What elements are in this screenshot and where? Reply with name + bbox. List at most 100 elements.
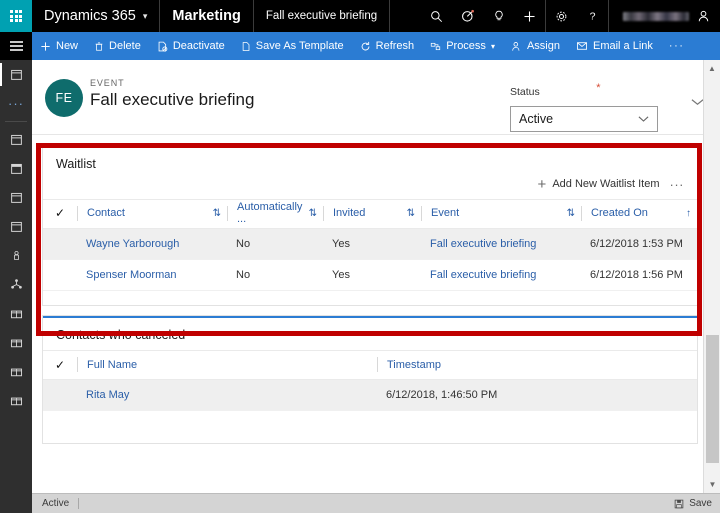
cell-invited: Yes bbox=[323, 228, 421, 260]
breadcrumb-record[interactable]: Fall executive briefing bbox=[254, 0, 391, 32]
column-header-full-name[interactable]: Full Name bbox=[77, 350, 377, 380]
sidebar-item-events[interactable] bbox=[0, 125, 32, 154]
scroll-up-icon[interactable]: ▲ bbox=[704, 60, 720, 77]
sidebar-item-sessions[interactable] bbox=[0, 183, 32, 212]
deactivate-button[interactable]: Deactivate bbox=[149, 32, 233, 60]
settings-gear-icon[interactable] bbox=[546, 0, 577, 32]
refresh-icon bbox=[361, 41, 370, 50]
sort-both-icon: ⇅ bbox=[566, 207, 575, 219]
column-header-created-on[interactable]: Created On ↑ bbox=[581, 198, 697, 229]
status-divider bbox=[78, 498, 80, 509]
cell-contact[interactable]: Wayne Yarborough bbox=[77, 228, 227, 260]
plus-icon bbox=[41, 41, 50, 51]
calendar-icon bbox=[10, 221, 22, 232]
sidebar-item-venues[interactable] bbox=[0, 299, 32, 328]
column-header-automatically[interactable]: Automatically ... ⇅ bbox=[227, 198, 323, 229]
column-header-timestamp[interactable]: Timestamp bbox=[377, 350, 697, 380]
form-body: Waitlist + Add New Waitlist Item ··· ✓ C… bbox=[32, 135, 720, 493]
assign-button[interactable]: Assign bbox=[503, 32, 568, 60]
required-marker: * bbox=[596, 82, 601, 94]
column-label-event: Event bbox=[431, 207, 460, 219]
row-select-cell[interactable] bbox=[43, 379, 77, 411]
add-new-waitlist-item-button[interactable]: + Add New Waitlist Item bbox=[538, 177, 660, 192]
column-header-contact[interactable]: Contact ⇅ bbox=[77, 198, 227, 229]
row-select-cell[interactable] bbox=[43, 228, 77, 260]
brand-menu[interactable]: Dynamics 365 ▾ bbox=[32, 0, 161, 32]
column-label-timestamp: Timestamp bbox=[387, 358, 441, 371]
hamburger-menu-icon[interactable] bbox=[0, 32, 32, 60]
new-button[interactable]: New bbox=[32, 32, 86, 60]
waitlist-header-row: ✓ Contact ⇅ Automatically ... ⇅ Invited … bbox=[43, 198, 697, 229]
building-icon bbox=[10, 310, 22, 318]
contact-link[interactable]: Spenser Moorman bbox=[86, 269, 177, 281]
status-bar: Active Save bbox=[32, 493, 720, 513]
waitlist-overflow-button[interactable]: ··· bbox=[666, 177, 685, 192]
top-navigation-bar: Dynamics 365 ▾ Marketing Fall executive … bbox=[0, 0, 720, 32]
column-header-event[interactable]: Event ⇅ bbox=[421, 198, 581, 229]
column-label-invited: Invited bbox=[333, 207, 366, 219]
table-row[interactable]: Rita May 6/12/2018, 1:46:50 PM bbox=[43, 379, 697, 411]
user-name-redacted bbox=[623, 11, 689, 21]
process-label: Process bbox=[446, 40, 486, 52]
search-icon[interactable] bbox=[421, 0, 452, 32]
calendar-icon bbox=[10, 134, 22, 145]
cell-contact[interactable]: Spenser Moorman bbox=[77, 259, 227, 291]
scroll-down-icon[interactable]: ▼ bbox=[704, 476, 720, 493]
column-header-invited[interactable]: Invited ⇅ bbox=[323, 198, 421, 229]
svg-text:?: ? bbox=[590, 11, 596, 23]
waffle-grid-icon[interactable] bbox=[0, 0, 32, 32]
row-select-cell[interactable] bbox=[43, 259, 77, 291]
sidebar-item-recent-calendar[interactable] bbox=[0, 60, 32, 89]
table-row[interactable]: Spenser Moorman No Yes Fall executive br… bbox=[43, 259, 697, 291]
save-button[interactable]: Save bbox=[674, 498, 712, 509]
status-value: Active bbox=[519, 112, 554, 126]
calendar-icon bbox=[10, 69, 22, 80]
quick-create-icon[interactable] bbox=[514, 0, 545, 32]
cell-full-name[interactable]: Rita May bbox=[77, 379, 377, 411]
help-icon[interactable]: ? bbox=[577, 0, 608, 32]
calendar-filled-icon bbox=[10, 163, 22, 174]
scrollbar-thumb[interactable] bbox=[706, 335, 719, 463]
lightbulb-icon[interactable] bbox=[483, 0, 514, 32]
deactivate-label: Deactivate bbox=[172, 40, 225, 52]
sidebar-item-more[interactable]: ··· bbox=[0, 89, 32, 118]
sidebar-item-buildings[interactable] bbox=[0, 328, 32, 357]
command-overflow-button[interactable]: ··· bbox=[661, 32, 693, 60]
table-row[interactable]: Wayne Yarborough No Yes Fall executive b… bbox=[43, 228, 697, 260]
select-all-column[interactable]: ✓ bbox=[43, 350, 77, 380]
user-menu[interactable] bbox=[609, 0, 720, 32]
sidebar-item-event-series[interactable] bbox=[0, 154, 32, 183]
vertical-scrollbar[interactable]: ▲ ▼ bbox=[703, 60, 720, 493]
chevron-down-icon: ▾ bbox=[490, 41, 495, 51]
sidebar-item-session-tracks[interactable] bbox=[0, 212, 32, 241]
status-select[interactable]: Active bbox=[510, 106, 658, 132]
sidebar-item-rooms[interactable] bbox=[0, 357, 32, 386]
process-button[interactable]: Process ▾ bbox=[422, 32, 503, 60]
breadcrumb-record-label: Fall executive briefing bbox=[265, 10, 378, 22]
delete-button[interactable]: Delete bbox=[86, 32, 149, 60]
sidebar-item-sponsorships[interactable] bbox=[0, 270, 32, 299]
user-avatar-icon[interactable] bbox=[697, 9, 710, 23]
person-assign-icon bbox=[512, 41, 520, 51]
event-link[interactable]: Fall executive briefing bbox=[430, 269, 536, 281]
event-link[interactable]: Fall executive briefing bbox=[430, 238, 536, 250]
deactivate-icon bbox=[158, 41, 168, 51]
plus-icon: + bbox=[537, 175, 547, 193]
cell-event[interactable]: Fall executive briefing bbox=[421, 259, 581, 291]
sidebar-item-speakers[interactable] bbox=[0, 241, 32, 270]
save-as-template-button[interactable]: Save As Template bbox=[233, 32, 352, 60]
contact-link[interactable]: Wayne Yarborough bbox=[86, 238, 179, 250]
filter-target-icon[interactable] bbox=[452, 0, 483, 32]
dynamics-365-window: Dynamics 365 ▾ Marketing Fall executive … bbox=[0, 0, 720, 513]
cell-automatically: No bbox=[227, 259, 323, 291]
select-all-column[interactable]: ✓ bbox=[43, 198, 77, 229]
refresh-button[interactable]: Refresh bbox=[352, 32, 423, 60]
delete-label: Delete bbox=[109, 40, 141, 52]
cell-event[interactable]: Fall executive briefing bbox=[421, 228, 581, 260]
sidebar-item-layouts[interactable] bbox=[0, 386, 32, 415]
email-a-link-button[interactable]: Email a Link bbox=[568, 32, 661, 60]
calendar-icon bbox=[10, 192, 22, 203]
sort-both-icon: ⇅ bbox=[212, 207, 221, 219]
app-name[interactable]: Marketing bbox=[160, 0, 254, 32]
full-name-link[interactable]: Rita May bbox=[86, 389, 129, 401]
